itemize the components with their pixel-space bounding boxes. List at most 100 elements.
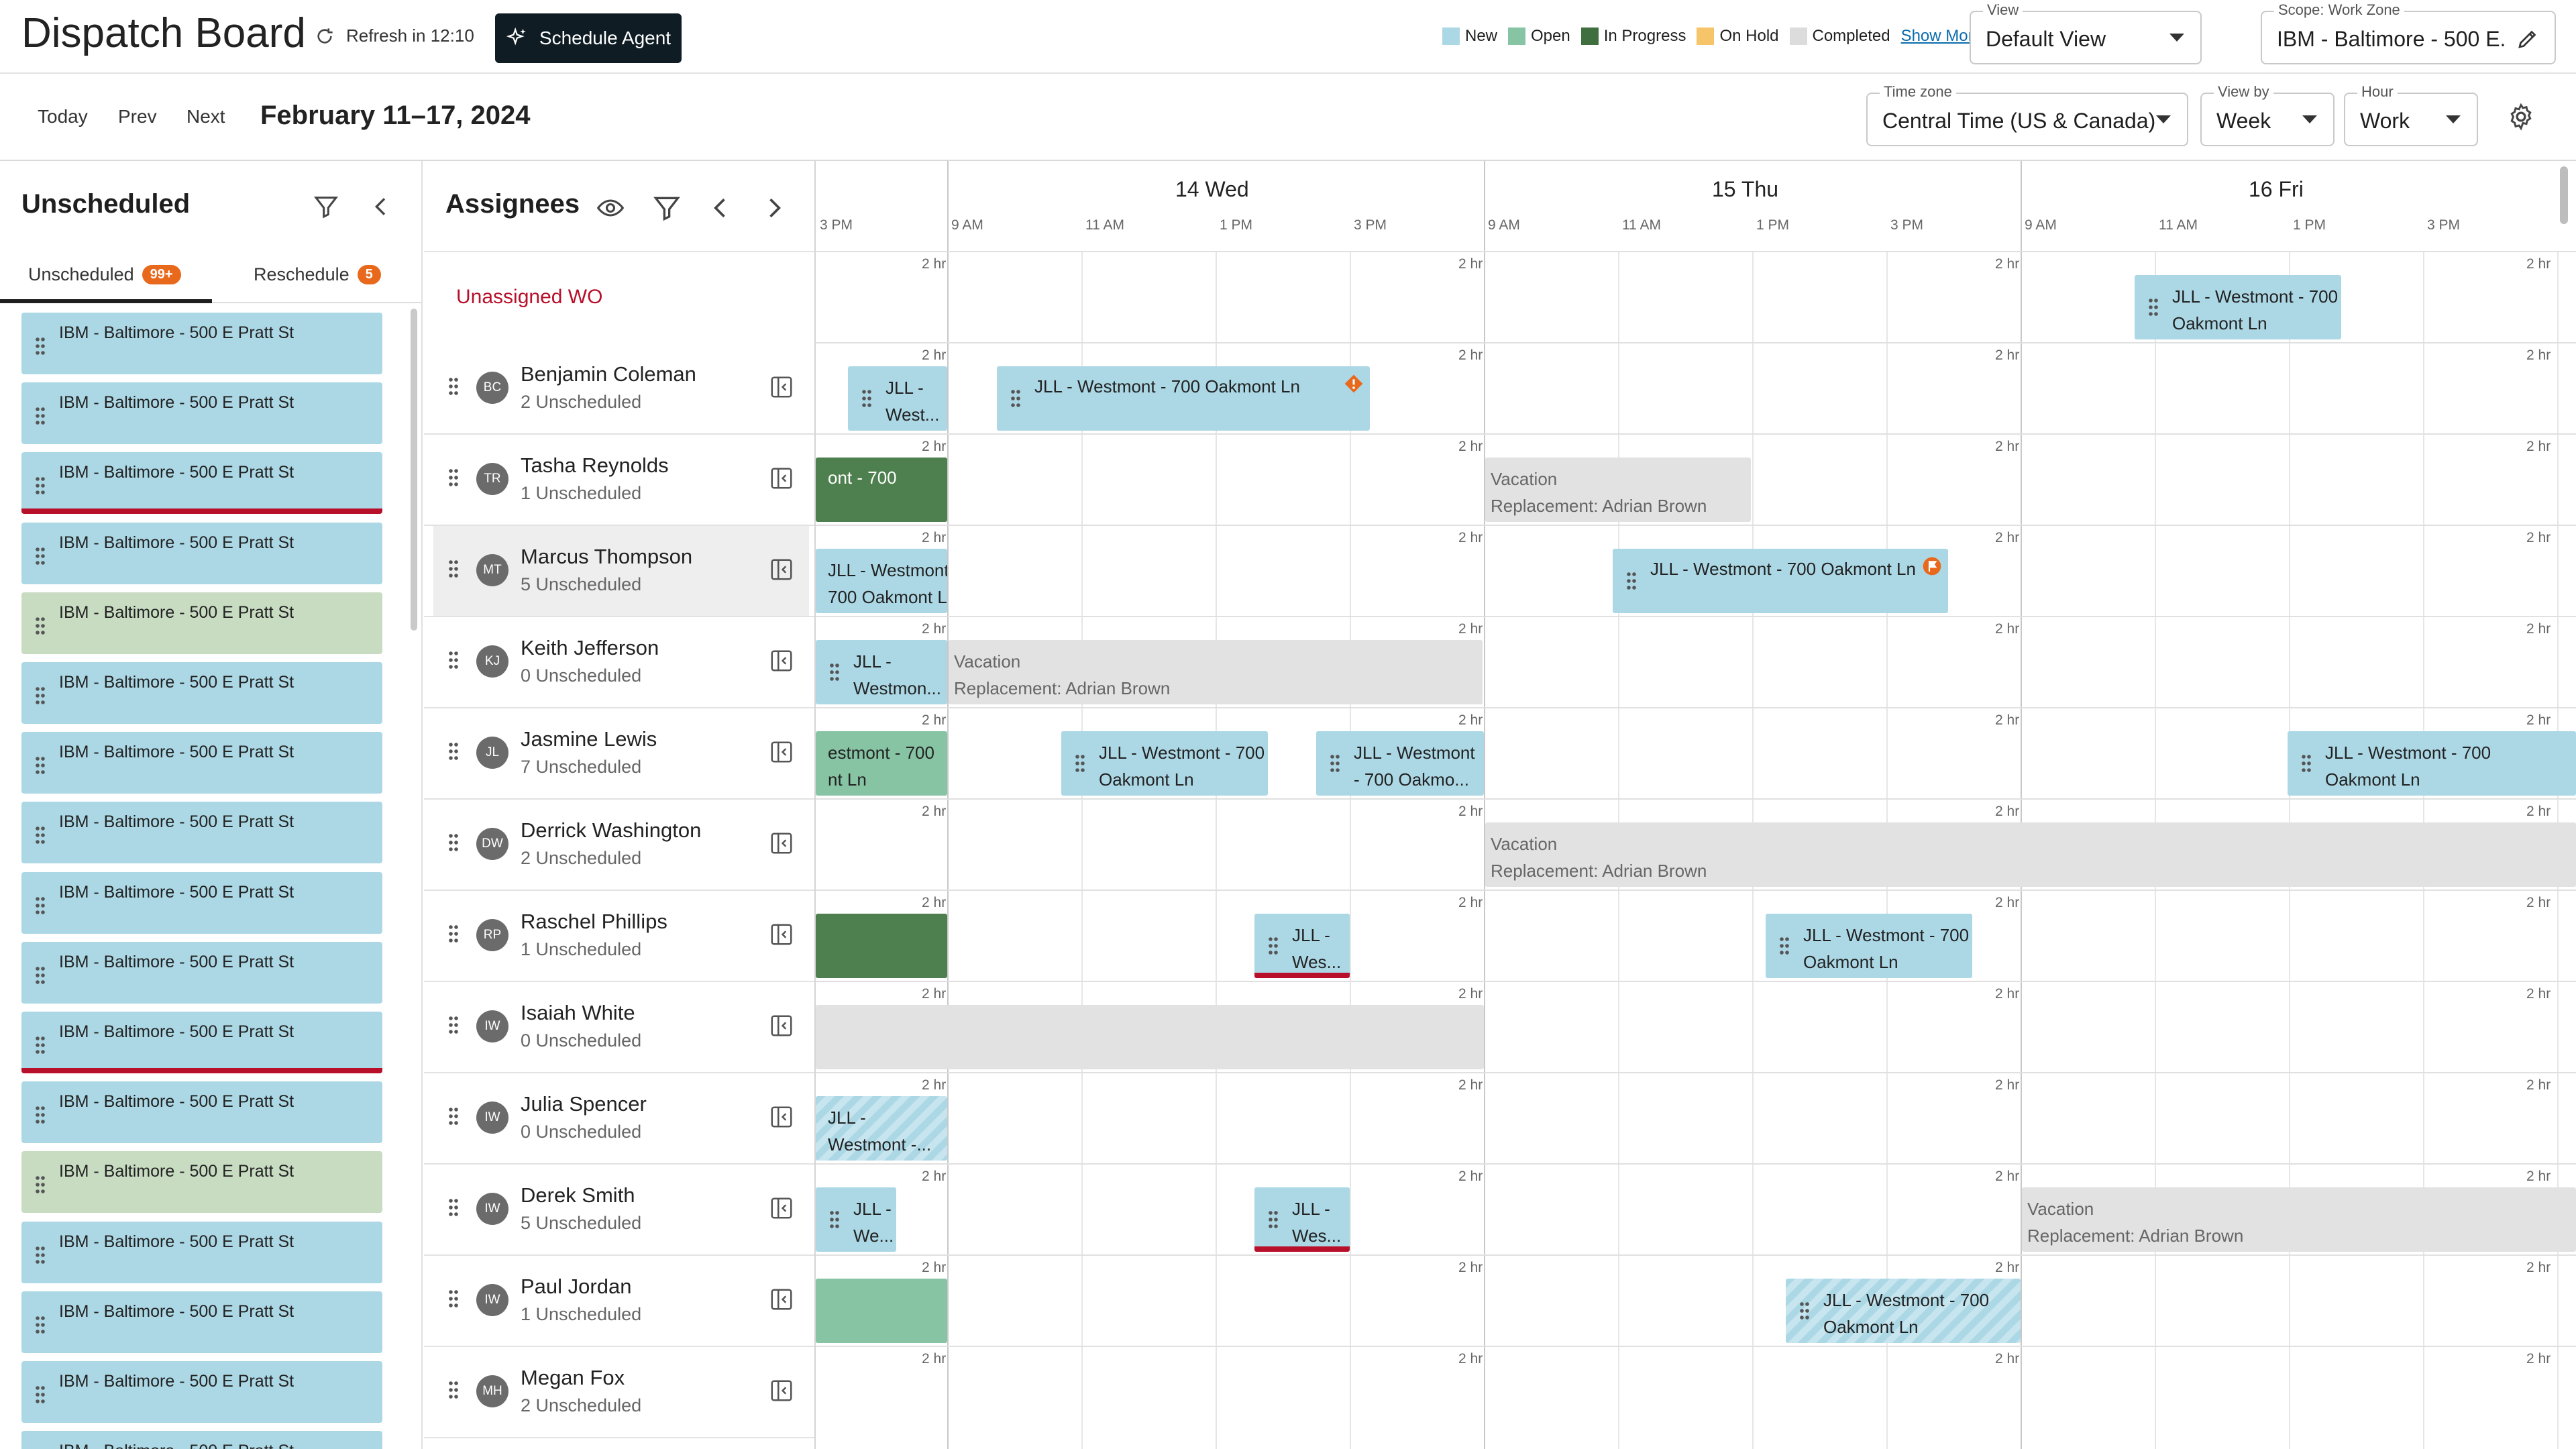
drag-handle-icon[interactable] bbox=[1625, 570, 1638, 592]
assignee-row[interactable]: IW Derek Smith 5 Unscheduled bbox=[433, 1165, 809, 1254]
drag-handle-icon[interactable] bbox=[34, 755, 47, 776]
refresh-control[interactable]: Refresh in 12:10 bbox=[315, 25, 474, 46]
work-order-card[interactable]: IBM - Baltimore - 500 E Pratt St bbox=[21, 382, 382, 445]
work-order-card[interactable]: IBM - Baltimore - 500 E Pratt St bbox=[21, 1012, 382, 1073]
assignee-row[interactable]: IW Isaiah White 0 Unscheduled bbox=[433, 982, 809, 1072]
drag-handle-icon[interactable] bbox=[34, 965, 47, 986]
drag-handle-icon[interactable] bbox=[1009, 388, 1022, 409]
drag-handle-icon[interactable] bbox=[34, 685, 47, 706]
drag-handle-icon[interactable] bbox=[34, 545, 47, 567]
time-off-block[interactable]: Vacation Replacement: Adrian Brown bbox=[949, 640, 1483, 704]
work-order-card[interactable]: IBM - Baltimore - 500 E Pratt St bbox=[21, 941, 382, 1004]
work-order-event[interactable]: estmont - 700 nt Ln bbox=[816, 731, 947, 796]
drag-handle-icon[interactable] bbox=[34, 475, 47, 496]
pencil-icon[interactable] bbox=[2516, 27, 2540, 51]
drag-handle-icon[interactable] bbox=[447, 923, 460, 945]
eye-icon[interactable] bbox=[596, 193, 625, 223]
assignee-row[interactable]: MT Marcus Thompson 5 Unscheduled bbox=[433, 526, 809, 616]
collapse-panel-icon[interactable] bbox=[769, 1378, 794, 1403]
assignee-row[interactable]: MH Megan Fox 2 Unscheduled bbox=[433, 1347, 809, 1437]
drag-handle-icon[interactable] bbox=[447, 376, 460, 397]
work-order-event[interactable]: JLL - Westmont - 700 Oakmont Ln bbox=[1613, 549, 1948, 613]
collapse-panel-icon[interactable] bbox=[769, 648, 794, 674]
drag-handle-icon[interactable] bbox=[34, 824, 47, 846]
drag-handle-icon[interactable] bbox=[34, 1174, 47, 1195]
collapse-panel-icon[interactable] bbox=[769, 739, 794, 765]
prev-button[interactable]: Prev bbox=[118, 106, 157, 127]
work-order-event[interactable]: JLL - Westmon... bbox=[816, 640, 947, 704]
collapse-panel-icon[interactable] bbox=[769, 374, 794, 400]
work-order-card[interactable]: IBM - Baltimore - 500 E Pratt St bbox=[21, 662, 382, 724]
work-order-card[interactable]: IBM - Baltimore - 500 E Pratt St bbox=[21, 1361, 382, 1423]
tab-reschedule[interactable]: Reschedule 5 bbox=[254, 264, 381, 285]
drag-handle-icon[interactable] bbox=[34, 1034, 47, 1056]
unscheduled-scrollbar[interactable] bbox=[411, 309, 417, 631]
drag-handle-icon[interactable] bbox=[34, 895, 47, 916]
drag-handle-icon[interactable] bbox=[34, 1244, 47, 1266]
drag-handle-icon[interactable] bbox=[447, 649, 460, 671]
time-off-block[interactable]: Vacation Replacement: Adrian Brown bbox=[2022, 1187, 2576, 1252]
work-order-card[interactable]: IBM - Baltimore - 500 E Pratt St bbox=[21, 452, 382, 515]
work-order-event[interactable] bbox=[816, 914, 947, 978]
drag-handle-icon[interactable] bbox=[447, 1379, 460, 1401]
today-button[interactable]: Today bbox=[38, 106, 88, 127]
drag-handle-icon[interactable] bbox=[1778, 935, 1791, 957]
drag-handle-icon[interactable] bbox=[34, 1314, 47, 1336]
collapse-panel-icon[interactable] bbox=[769, 557, 794, 582]
drag-handle-icon[interactable] bbox=[1328, 753, 1342, 774]
drag-handle-icon[interactable] bbox=[447, 467, 460, 488]
timezone-select[interactable]: Time zone Central Time (US & Canada) bbox=[1866, 83, 2188, 146]
assignee-row[interactable]: BC Benjamin Coleman 2 Unscheduled bbox=[433, 343, 809, 433]
drag-handle-icon[interactable] bbox=[34, 335, 47, 357]
work-order-event[interactable] bbox=[816, 1279, 947, 1343]
time-off-block[interactable]: Vacation Replacement: Adrian Brown bbox=[1485, 822, 2576, 887]
assignee-row[interactable]: IW Julia Spencer 0 Unscheduled bbox=[433, 1073, 809, 1163]
collapse-panel-icon[interactable] bbox=[769, 922, 794, 947]
work-order-event[interactable]: JLL - Westmont - 700 Oakmont Ln bbox=[1766, 914, 1972, 978]
drag-handle-icon[interactable] bbox=[34, 405, 47, 427]
work-order-event[interactable]: JLL - Westmont -... bbox=[816, 1096, 947, 1161]
schedule-agent-button[interactable]: Schedule Agent bbox=[495, 13, 682, 63]
collapse-panel-icon[interactable] bbox=[769, 1195, 794, 1221]
assignee-row[interactable]: RP Raschel Phillips 1 Unscheduled bbox=[433, 891, 809, 981]
drag-handle-icon[interactable] bbox=[828, 1209, 841, 1230]
chevron-right-icon[interactable] bbox=[759, 193, 789, 223]
time-off-block[interactable] bbox=[816, 1005, 1484, 1069]
work-order-card[interactable]: IBM - Baltimore - 500 E Pratt St bbox=[21, 732, 382, 794]
work-order-event[interactable]: ont - 700 bbox=[816, 458, 947, 522]
tab-unscheduled[interactable]: Unscheduled 99+ bbox=[28, 264, 181, 285]
chevron-left-icon[interactable] bbox=[368, 193, 394, 220]
work-order-card[interactable]: IBM - Baltimore - 500 E Pratt St bbox=[21, 871, 382, 934]
work-order-event[interactable]: JLL - Wes... bbox=[1254, 914, 1350, 978]
drag-handle-icon[interactable] bbox=[860, 388, 873, 409]
drag-handle-icon[interactable] bbox=[1798, 1300, 1811, 1322]
work-order-event[interactable]: JLL - Westmont - 700 Oakmo... bbox=[1316, 731, 1484, 796]
work-order-event[interactable]: JLL - Westmont - 700 Oakmont Ln bbox=[816, 549, 947, 613]
collapse-panel-icon[interactable] bbox=[769, 1104, 794, 1130]
work-order-card[interactable]: IBM - Baltimore - 500 E Pratt St bbox=[21, 1081, 382, 1144]
drag-handle-icon[interactable] bbox=[34, 1104, 47, 1126]
work-order-event[interactable]: JLL - West... bbox=[848, 366, 947, 431]
work-order-event[interactable]: JLL - Westmont - 700 Oakmont Ln bbox=[2135, 275, 2341, 339]
next-button[interactable]: Next bbox=[186, 106, 225, 127]
drag-handle-icon[interactable] bbox=[828, 661, 841, 683]
work-order-card[interactable]: IBM - Baltimore - 500 E Pratt St bbox=[21, 1221, 382, 1283]
work-order-event[interactable]: JLL - We... bbox=[816, 1187, 896, 1252]
drag-handle-icon[interactable] bbox=[2300, 753, 2313, 774]
collapse-panel-icon[interactable] bbox=[769, 830, 794, 856]
scope-field[interactable]: Scope: Work Zone IBM - Baltimore - 500 E… bbox=[2261, 1, 2556, 64]
view-by-select[interactable]: View by Week bbox=[2200, 83, 2334, 146]
work-order-event[interactable]: JLL - Westmont - 700 Oakmont Ln bbox=[2288, 731, 2576, 796]
work-order-card[interactable]: IBM - Baltimore - 500 E Pratt St bbox=[21, 592, 382, 654]
drag-handle-icon[interactable] bbox=[1267, 1209, 1280, 1230]
drag-handle-icon[interactable] bbox=[447, 558, 460, 580]
drag-handle-icon[interactable] bbox=[447, 1288, 460, 1309]
drag-handle-icon[interactable] bbox=[447, 832, 460, 853]
assignee-row[interactable]: TR Tasha Reynolds 1 Unscheduled bbox=[433, 435, 809, 525]
view-select[interactable]: View Default View bbox=[1970, 1, 2202, 64]
work-order-card[interactable]: IBM - Baltimore - 500 E Pratt St bbox=[21, 1151, 382, 1214]
work-order-event[interactable]: JLL - Wes... bbox=[1254, 1187, 1350, 1252]
drag-handle-icon[interactable] bbox=[34, 615, 47, 637]
drag-handle-icon[interactable] bbox=[447, 1014, 460, 1036]
hour-select[interactable]: Hour Work bbox=[2344, 83, 2478, 146]
